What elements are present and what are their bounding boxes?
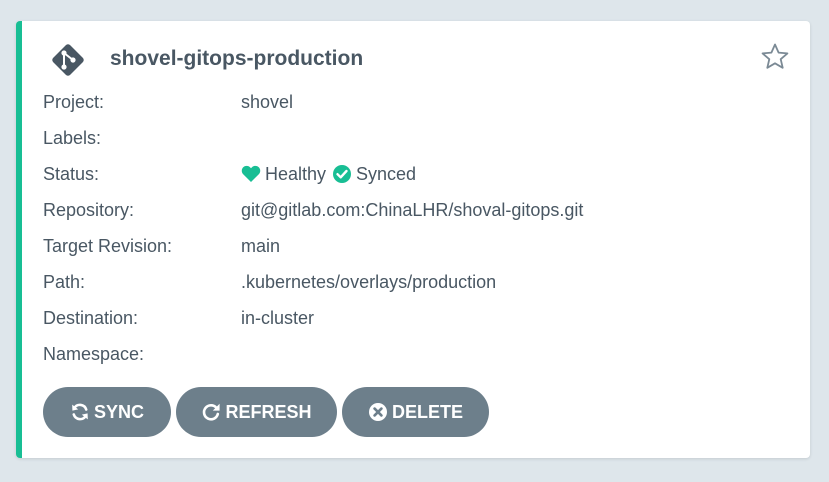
sync-icon xyxy=(72,403,88,421)
sync-status-text: Synced xyxy=(356,164,417,184)
field-row-repository: Repository: git@gitlab.com:ChinaLHR/shov… xyxy=(43,192,783,228)
destination-value: in-cluster xyxy=(241,308,315,328)
redo-icon xyxy=(203,403,221,421)
target-revision-value: main xyxy=(241,236,281,256)
delete-button[interactable]: DELETE xyxy=(342,387,489,437)
heart-icon xyxy=(241,165,261,182)
field-row-project: Project: shovel xyxy=(43,84,783,120)
field-row-path: Path: .kubernetes/overlays/production xyxy=(43,264,783,300)
status-value: Healthy Synced xyxy=(241,156,422,192)
git-branch-icon xyxy=(52,44,84,76)
field-row-namespace: Namespace: xyxy=(43,336,783,372)
health-status-text: Healthy xyxy=(265,164,327,184)
star-outline-icon[interactable] xyxy=(760,42,790,72)
sync-button[interactable]: SYNC xyxy=(43,387,171,437)
project-label: Project: xyxy=(43,92,105,112)
application-card[interactable]: shovel-gitops-production Project: shovel… xyxy=(16,21,810,458)
check-circle-icon xyxy=(333,165,352,183)
delete-button-label: DELETE xyxy=(391,401,463,422)
labels-label: Labels: xyxy=(43,128,102,148)
repository-value: git@gitlab.com:ChinaLHR/shoval-gitops.gi… xyxy=(241,200,584,220)
field-row-destination: Destination: in-cluster xyxy=(43,300,783,336)
path-label: Path: xyxy=(43,272,86,292)
refresh-button-label: REFRESH xyxy=(225,401,312,422)
field-row-target-revision: Target Revision: main xyxy=(43,228,783,264)
refresh-button[interactable]: REFRESH xyxy=(176,387,337,437)
status-label: Status: xyxy=(43,164,100,184)
field-row-labels: Labels: xyxy=(43,120,783,156)
target-revision-label: Target Revision: xyxy=(43,236,173,256)
app-title[interactable]: shovel-gitops-production xyxy=(110,45,363,73)
field-row-status: Status: Healthy Synced xyxy=(43,156,783,192)
destination-label: Destination: xyxy=(43,308,139,328)
times-circle-icon xyxy=(368,403,387,421)
namespace-label: Namespace: xyxy=(43,344,145,364)
project-value: shovel xyxy=(241,92,294,112)
path-value: .kubernetes/overlays/production xyxy=(241,272,497,292)
repository-label: Repository: xyxy=(43,200,135,220)
sync-button-label: SYNC xyxy=(93,401,144,422)
